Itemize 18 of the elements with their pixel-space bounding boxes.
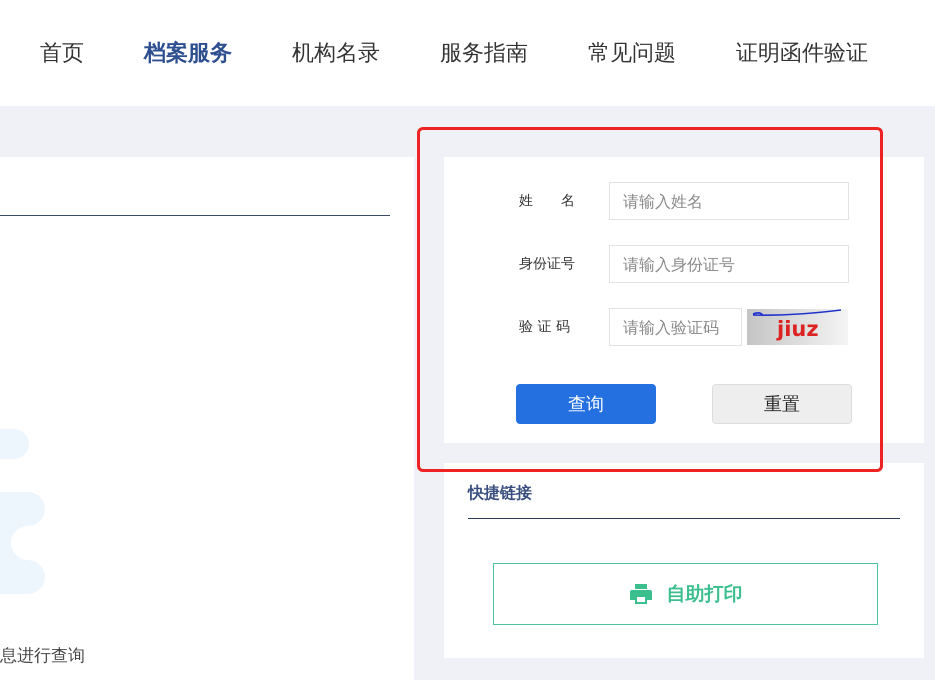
printer-icon <box>628 582 652 606</box>
nav-item[interactable]: 证明函件验证 <box>736 38 868 68</box>
field-label: 姓 名 <box>519 192 576 210</box>
field-label: 身份证号 <box>519 255 576 273</box>
reset-button[interactable]: 重置 <box>712 384 852 424</box>
nav-item[interactable]: 机构名录 <box>292 38 380 68</box>
input-field[interactable]: 请输入身份证号 <box>609 245 849 283</box>
captcha-input[interactable]: 请输入验证码 <box>609 308 742 346</box>
nav-item[interactable]: 首页 <box>40 38 84 68</box>
nav-item[interactable]: 服务指南 <box>440 38 528 68</box>
section-title: 快捷链接 <box>468 483 900 519</box>
info-text: 息进行查询 <box>0 645 86 667</box>
captcha-image[interactable]: jiuz <box>747 309 848 345</box>
nav-item[interactable]: 档案服务 <box>144 38 232 68</box>
input-field[interactable]: 请输入姓名 <box>609 182 849 220</box>
nav-item[interactable]: 常见问题 <box>588 38 676 68</box>
field-label: 验 证 码 <box>519 318 571 336</box>
query-button[interactable]: 查询 <box>516 384 656 424</box>
